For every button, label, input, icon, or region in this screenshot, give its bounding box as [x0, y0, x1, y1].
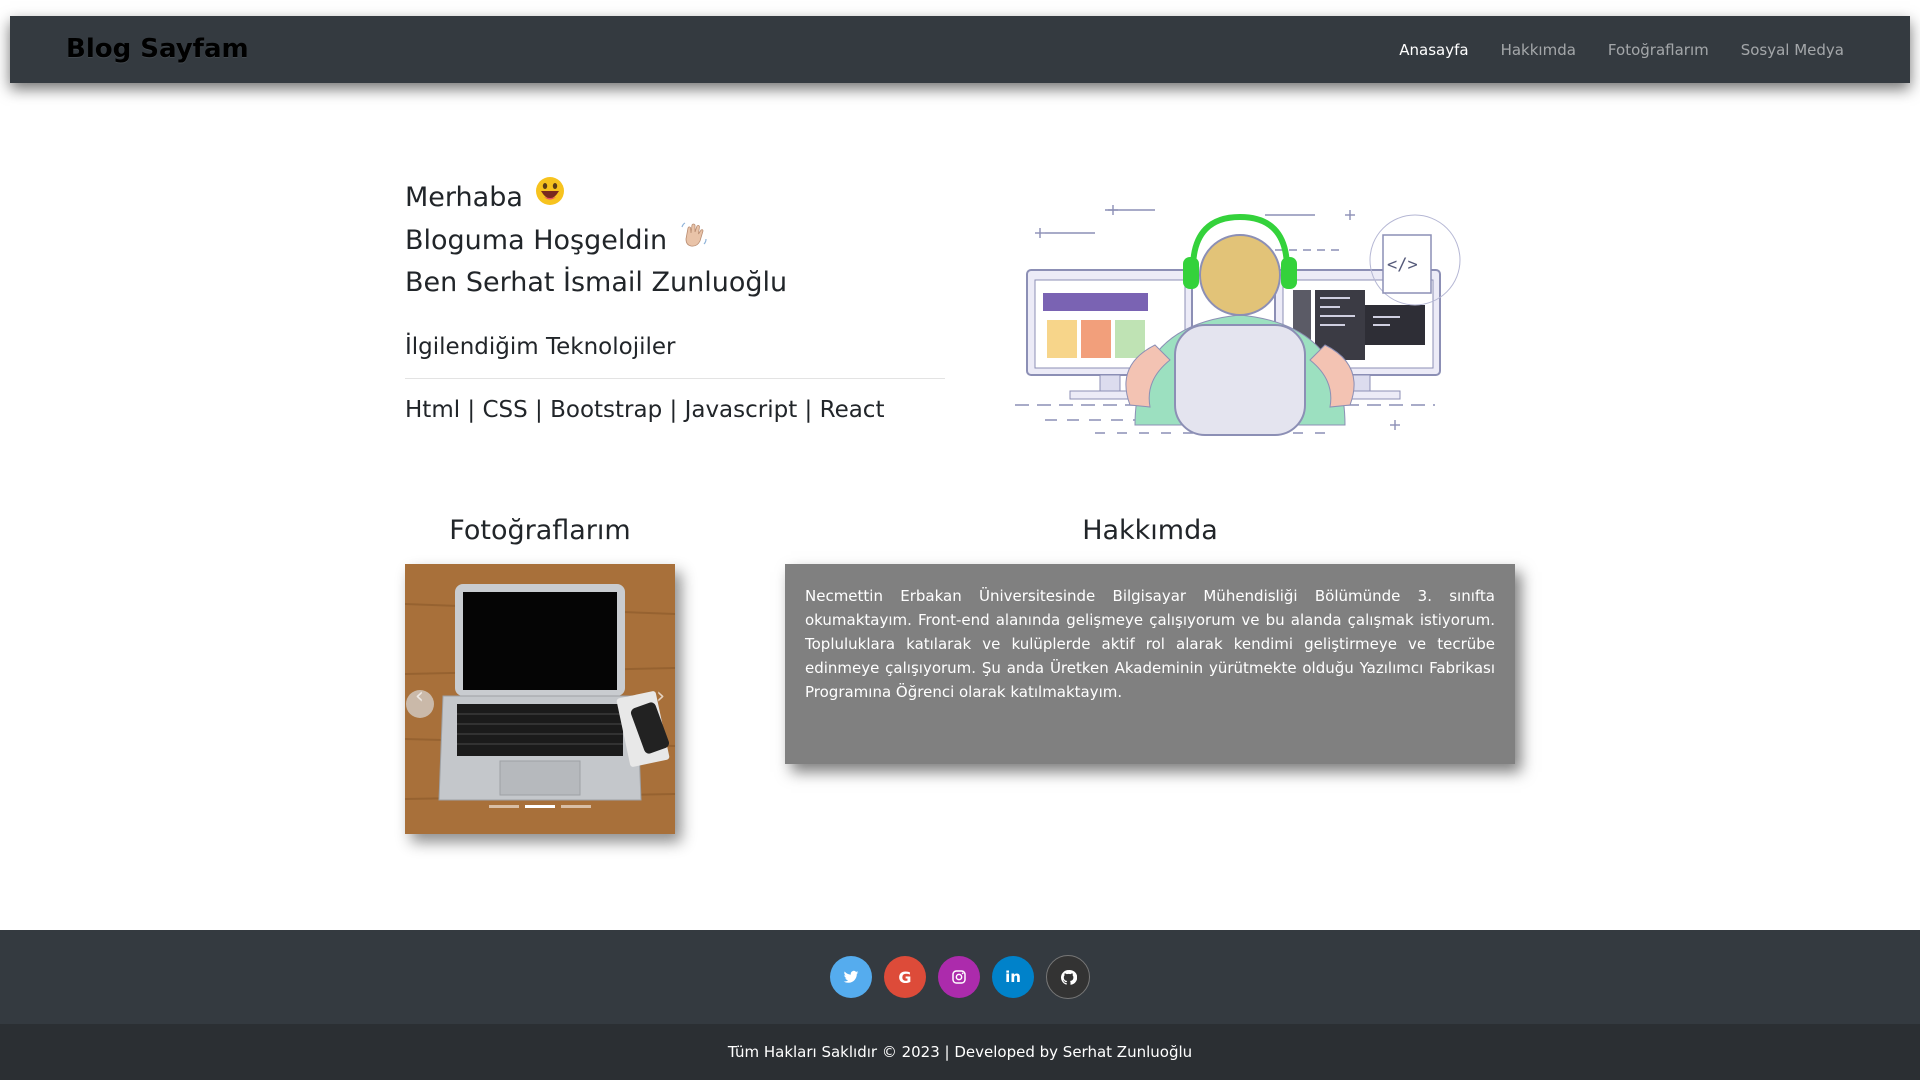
carousel-next-icon[interactable]: ›	[656, 684, 665, 709]
footer-bottom: Tüm Hakları Saklıdır © 2023 | Developed …	[0, 1024, 1920, 1080]
copyright-text: Tüm Hakları Saklıdır © 2023 | Developed …	[727, 1043, 1193, 1061]
divider	[405, 378, 945, 379]
nav-link-photos[interactable]: Fotoğraflarım	[1608, 41, 1709, 59]
hero-text: Merhaba Bloguma Hoşgeldin Ben Serhat İsm…	[405, 176, 945, 427]
name-line: Ben Serhat İsmail Zunluoğlu	[405, 267, 788, 298]
github-icon	[1060, 969, 1077, 985]
linkedin-button[interactable]: in	[992, 956, 1034, 998]
developer-illustration: </>	[1015, 195, 1465, 445]
about-card: Necmettin Erbakan Üniversitesinde Bilgis…	[785, 564, 1515, 764]
navbar-brand[interactable]: Blog Sayfam	[66, 16, 249, 83]
github-button[interactable]	[1046, 955, 1090, 999]
laptop-photo	[405, 564, 675, 834]
carousel-indicator-3[interactable]	[561, 805, 591, 808]
nav-link-social[interactable]: Sosyal Medya	[1741, 41, 1844, 59]
photos-title: Fotoğraflarım	[449, 515, 631, 546]
about-title: Hakkımda	[1082, 515, 1218, 546]
nav-links: Anasayfa Hakkımda Fotoğraflarım Sosyal M…	[1399, 16, 1844, 83]
grinning-face-icon	[535, 176, 565, 219]
linkedin-icon: in	[1005, 968, 1021, 986]
nav-link-about[interactable]: Hakkımda	[1501, 41, 1576, 59]
nav-link-home[interactable]: Anasayfa	[1399, 41, 1468, 59]
social-footer: G in	[0, 930, 1920, 1024]
greeting-line: Merhaba	[405, 176, 945, 219]
navbar: Blog Sayfam Anasayfa Hakkımda Fotoğrafla…	[10, 16, 1910, 83]
svg-text:</>: </>	[1387, 255, 1418, 275]
photo-carousel[interactable]: ‹ ›	[405, 564, 675, 834]
technologies-list: Html | CSS | Bootstrap | Javascript | Re…	[405, 397, 885, 423]
instagram-icon	[952, 970, 966, 984]
google-icon: G	[898, 967, 912, 987]
carousel-indicator-1[interactable]	[489, 805, 519, 808]
about-text: Necmettin Erbakan Üniversitesinde Bilgis…	[805, 587, 1495, 701]
carousel-indicator-2[interactable]	[525, 805, 555, 808]
twitter-icon	[843, 970, 859, 983]
instagram-button[interactable]	[938, 956, 980, 998]
greeting-text: Merhaba	[405, 181, 523, 213]
technologies-title: İlgilendiğim Teknolojiler	[405, 334, 676, 360]
carousel-prev-icon[interactable]: ‹	[415, 684, 424, 709]
welcome-line: Bloguma Hoşgeldin	[405, 219, 945, 262]
carousel-indicators	[489, 805, 591, 808]
twitter-button[interactable]	[830, 956, 872, 998]
welcome-text: Bloguma Hoşgeldin	[405, 224, 668, 256]
waving-hand-icon	[679, 219, 709, 262]
google-button[interactable]: G	[884, 956, 926, 998]
